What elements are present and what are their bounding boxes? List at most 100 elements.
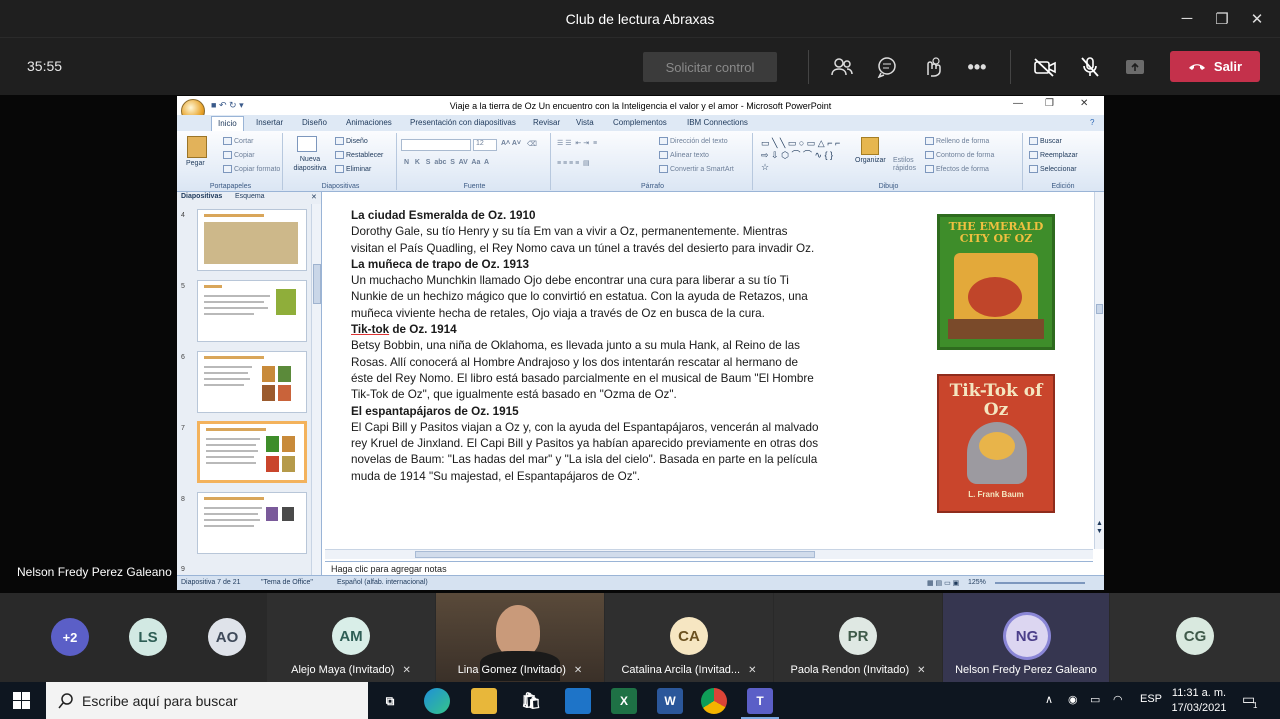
- tab-inicio[interactable]: Inicio: [211, 116, 244, 131]
- save-icon[interactable]: ■: [211, 100, 216, 110]
- smartart-button[interactable]: Convertir a SmartArt: [659, 165, 734, 173]
- tab-ibm-connections[interactable]: IBM Connections: [687, 118, 748, 127]
- slide-thumbnail[interactable]: [197, 492, 307, 554]
- more-icon[interactable]: •••: [960, 50, 994, 84]
- tab-complementos[interactable]: Complementos: [613, 118, 667, 127]
- tab-esquema[interactable]: Esquema: [235, 193, 265, 200]
- slide-thumbnail[interactable]: [197, 351, 307, 413]
- participant-tile[interactable]: PR Paola Rendon (Invitado) ✕: [774, 593, 942, 682]
- wifi-icon[interactable]: ◠: [1113, 693, 1123, 706]
- share-icon[interactable]: [1118, 50, 1152, 84]
- taskbar-search-box[interactable]: Escribe aquí para buscar: [46, 682, 368, 719]
- shape-effects-button[interactable]: Efectos de forma: [925, 165, 989, 173]
- taskbar-clock[interactable]: 11:31 a. m. 17/03/2021: [1170, 686, 1228, 716]
- zoom-slider[interactable]: [995, 582, 1085, 584]
- slide-thumbnail[interactable]: [197, 209, 307, 271]
- text-direction-button[interactable]: Dirección del texto: [659, 137, 728, 145]
- quick-styles-button[interactable]: Estilos rápidos: [893, 157, 916, 173]
- tab-diapositivas[interactable]: Diapositivas: [181, 193, 222, 200]
- help-icon[interactable]: ?: [1090, 118, 1094, 127]
- shape-outline-button[interactable]: Contorno de forma: [925, 151, 994, 159]
- redo-icon[interactable]: ↻: [229, 100, 237, 110]
- leave-button[interactable]: Salir: [1170, 51, 1260, 82]
- cut-button[interactable]: Cortar: [223, 137, 253, 145]
- tab-presentacion[interactable]: Presentación con diapositivas: [410, 118, 516, 127]
- zoom-level[interactable]: 125%: [968, 579, 986, 586]
- reactions-icon[interactable]: [915, 50, 949, 84]
- arrange-button[interactable]: Organizar: [855, 157, 886, 164]
- reset-button[interactable]: Restablecer: [335, 151, 383, 159]
- delete-slide-button[interactable]: Eliminar: [335, 165, 371, 173]
- pp-restore[interactable]: ❐: [1045, 98, 1054, 109]
- new-slide-button[interactable]: Nueva diapositiva: [289, 155, 331, 173]
- battery-icon[interactable]: ▭: [1090, 693, 1100, 706]
- font-style-buttons[interactable]: N K S abc S AV Aa A: [404, 159, 489, 166]
- close-window-button[interactable]: ✕: [1240, 0, 1274, 37]
- slides-pane-scrollbar[interactable]: [311, 204, 321, 575]
- edge-icon[interactable]: [424, 688, 450, 714]
- customize-icon[interactable]: ▾: [239, 100, 244, 110]
- store-icon[interactable]: 🛍: [518, 688, 544, 714]
- word-icon[interactable]: W: [657, 688, 683, 714]
- paste-icon[interactable]: [187, 136, 207, 158]
- arrange-icon[interactable]: [861, 137, 879, 155]
- tab-animaciones[interactable]: Animaciones: [346, 118, 392, 127]
- pp-close[interactable]: ✕: [1080, 98, 1088, 109]
- task-view-icon[interactable]: ⧉: [377, 688, 403, 714]
- undo-icon[interactable]: ↶: [219, 100, 227, 110]
- new-slide-icon[interactable]: [297, 136, 317, 152]
- mail-icon[interactable]: [565, 688, 591, 714]
- layout-button[interactable]: Diseño: [335, 137, 368, 145]
- more-participants-button[interactable]: +2: [51, 618, 89, 656]
- format-painter-button[interactable]: Copiar formato: [223, 165, 280, 173]
- tab-vista[interactable]: Vista: [576, 118, 594, 127]
- participant-tile[interactable]: CG: [1110, 593, 1280, 682]
- chrome-icon[interactable]: [701, 688, 727, 714]
- shape-fill-button[interactable]: Relleno de forma: [925, 137, 989, 145]
- pp-minimize[interactable]: —: [1013, 98, 1023, 109]
- tab-insertar[interactable]: Insertar: [256, 118, 283, 127]
- mic-off-icon[interactable]: [1073, 50, 1107, 84]
- file-explorer-icon[interactable]: [471, 688, 497, 714]
- status-language[interactable]: Español (alfab. internacional): [337, 579, 428, 586]
- participant-tile[interactable]: CA Catalina Arcila (Invitad... ✕: [605, 593, 773, 682]
- slide-scrollbar[interactable]: ▲ ▼: [1094, 192, 1104, 549]
- view-buttons[interactable]: ▦ ▤ ▭ ▣: [927, 579, 959, 587]
- participant-avatar[interactable]: LS: [129, 618, 167, 656]
- close-pane-icon[interactable]: ✕: [311, 193, 317, 201]
- participants-icon[interactable]: [825, 50, 859, 84]
- slide-canvas[interactable]: La ciudad Esmeralda de Oz. 1910 Dorothy …: [325, 192, 1093, 549]
- slide-text[interactable]: La ciudad Esmeralda de Oz. 1910 Dorothy …: [351, 208, 821, 485]
- replace-button[interactable]: Reemplazar: [1029, 151, 1078, 159]
- find-button[interactable]: Buscar: [1029, 137, 1062, 145]
- participant-tile[interactable]: AM Alejo Maya (Invitado) ✕: [267, 593, 435, 682]
- font-name-box[interactable]: [401, 139, 471, 151]
- font-size-box[interactable]: 12: [473, 139, 497, 151]
- copy-button[interactable]: Copiar: [223, 151, 255, 159]
- paste-button[interactable]: Pegar: [186, 160, 205, 167]
- slide-hscrollbar[interactable]: [325, 549, 1093, 559]
- tab-diseno[interactable]: Diseño: [302, 118, 327, 127]
- chat-icon[interactable]: [870, 50, 904, 84]
- select-button[interactable]: Seleccionar: [1029, 165, 1077, 173]
- quick-access-toolbar[interactable]: ■ ↶ ↻ ▾: [211, 100, 244, 111]
- camera-off-icon[interactable]: [1028, 50, 1062, 84]
- grow-font-button[interactable]: A˄ A˅: [501, 140, 521, 147]
- excel-icon[interactable]: X: [611, 688, 637, 714]
- list-buttons[interactable]: ☰ ☰ ⇤ ⇥ ≡: [557, 139, 597, 147]
- participant-tile-self[interactable]: NG Nelson Fredy Perez Galeano: [943, 593, 1109, 682]
- language-indicator[interactable]: ESP: [1140, 693, 1162, 705]
- request-control-button[interactable]: Solicitar control: [643, 52, 777, 82]
- clear-format-button[interactable]: ⌫: [527, 140, 537, 148]
- align-text-button[interactable]: Alinear texto: [659, 151, 709, 159]
- maximize-button[interactable]: ❐: [1205, 0, 1239, 37]
- teams-icon[interactable]: T: [747, 688, 773, 714]
- windows-start-icon[interactable]: [13, 692, 30, 709]
- minimize-button[interactable]: ─: [1170, 0, 1204, 37]
- shapes-gallery[interactable]: ▭ ╲ ╲ ▭ ○ ▭ △ ⌐ ⌐ ⇨ ⇩ ⬡ ⌒ ⌒ ∿ { } ☆: [761, 137, 841, 173]
- align-buttons[interactable]: ≡ ≡ ≡ ≡ ▤: [557, 159, 590, 167]
- meet-icon[interactable]: ◉: [1068, 693, 1078, 706]
- slide-thumbnail[interactable]: [197, 280, 307, 342]
- tray-chevron-icon[interactable]: ∧: [1045, 693, 1053, 706]
- tab-revisar[interactable]: Revisar: [533, 118, 560, 127]
